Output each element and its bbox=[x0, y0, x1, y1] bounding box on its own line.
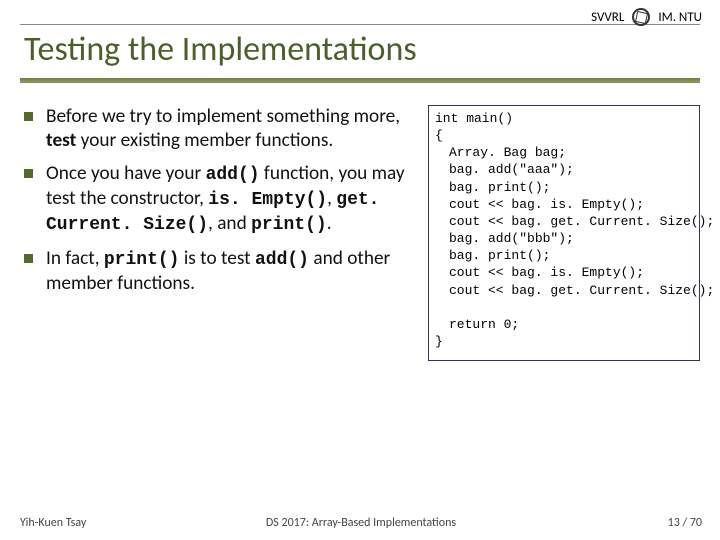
logo-icon bbox=[632, 8, 650, 26]
code-line: bag. print(); bbox=[435, 179, 693, 196]
text: your existing member functions. bbox=[76, 129, 333, 152]
lab-name: SVVRL bbox=[591, 10, 624, 25]
footer: Yih-Kuen Tsay DS 2017: Array-Based Imple… bbox=[20, 516, 702, 530]
code-line: cout << bag. get. Current. Size(); bbox=[435, 282, 693, 299]
code-line: bag. add("bbb"); bbox=[435, 230, 693, 247]
code-line: cout << bag. get. Current. Size(); bbox=[435, 213, 693, 230]
bold-text: test bbox=[46, 129, 76, 152]
org-name: IM. NTU bbox=[658, 10, 702, 25]
header: SVVRL IM. NTU bbox=[591, 8, 702, 26]
code-text: print() bbox=[251, 215, 327, 235]
code-line: Array. Bag bag; bbox=[435, 144, 693, 161]
code-line: cout << bag. is. Empty(); bbox=[435, 196, 693, 213]
code-line: int main() bbox=[435, 111, 513, 126]
bullet-column: Before we try to implement something mor… bbox=[20, 105, 414, 361]
slide: SVVRL IM. NTU Testing the Implementation… bbox=[0, 0, 720, 540]
text: , and bbox=[208, 212, 251, 235]
code-line: bag. print(); bbox=[435, 247, 693, 264]
code-line: cout << bag. is. Empty(); bbox=[435, 264, 693, 281]
code-line: bag. add("aaa"); bbox=[435, 161, 693, 178]
bullet-item: Before we try to implement something mor… bbox=[20, 105, 414, 152]
title-area: Testing the Implementations bbox=[20, 24, 700, 83]
title-rule bbox=[20, 78, 700, 82]
text: . bbox=[327, 212, 332, 235]
code-box: int main() { Array. Bag bag;bag. add("aa… bbox=[428, 105, 700, 361]
footer-course: DS 2017: Array-Based Implementations bbox=[20, 516, 702, 530]
body: Before we try to implement something mor… bbox=[20, 105, 700, 361]
text: , bbox=[327, 187, 336, 210]
footer-author: Yih-Kuen Tsay bbox=[20, 516, 86, 530]
text: is to test bbox=[180, 247, 255, 270]
code-text: print() bbox=[104, 250, 180, 270]
text: In fact, bbox=[46, 247, 104, 270]
code-column: int main() { Array. Bag bag;bag. add("aa… bbox=[428, 105, 700, 361]
text: Once you have your bbox=[46, 162, 206, 185]
page-number: 13 / 70 bbox=[668, 516, 702, 530]
code-text: is. Empty() bbox=[208, 190, 327, 210]
code-line: return 0; bbox=[435, 316, 693, 333]
text: Before we try to implement something mor… bbox=[46, 105, 400, 128]
code-text: add() bbox=[255, 250, 309, 270]
code-line: { bbox=[435, 128, 443, 143]
code-text: add() bbox=[206, 165, 260, 185]
code-line: } bbox=[435, 334, 443, 349]
page-title: Testing the Implementations bbox=[20, 25, 700, 80]
bullet-item: In fact, print() is to test add() and ot… bbox=[20, 247, 414, 295]
bullet-item: Once you have your add() function, you m… bbox=[20, 162, 414, 237]
